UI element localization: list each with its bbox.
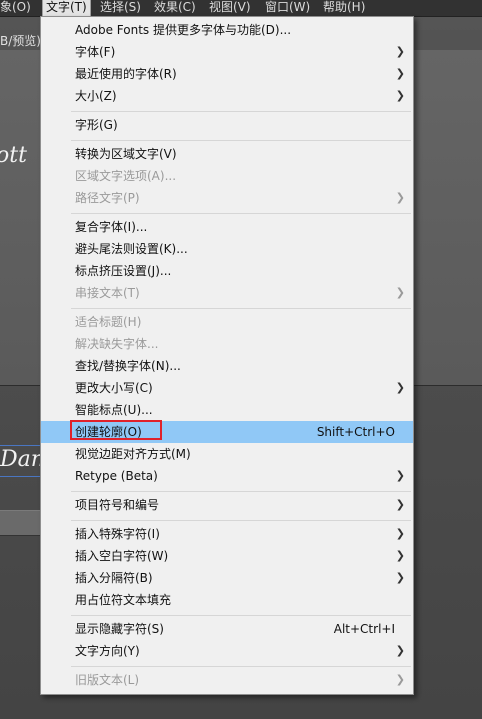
menu-item-fill-placeholder[interactable]: 用占位符文本填充 [41, 589, 413, 611]
menu-separator [71, 213, 411, 214]
menu-separator [71, 491, 411, 492]
chevron-right-icon: ❯ [395, 89, 405, 102]
menu-type[interactable]: 文字(T) [42, 0, 91, 17]
menu-item-show-hidden-characters[interactable]: 显示隐藏字符(S) Alt+Ctrl+I [41, 618, 413, 640]
shortcut-label: Alt+Ctrl+I [333, 622, 395, 636]
menu-bar: 象(O) 文字(T) 选择(S) 效果(C) 视图(V) 窗口(W) 帮助(H) [0, 0, 482, 17]
menu-item-change-case[interactable]: 更改大小写(C) ❯ [41, 377, 413, 399]
chevron-right-icon: ❯ [395, 67, 405, 80]
menu-separator [71, 308, 411, 309]
menu-item-find-replace-font[interactable]: 查找/替换字体(N)... [41, 355, 413, 377]
menu-item-type-orientation[interactable]: 文字方向(Y) ❯ [41, 640, 413, 662]
chevron-right-icon: ❯ [395, 381, 405, 394]
menu-item-resolve-missing-fonts[interactable]: 解决缺失字体... [41, 333, 413, 355]
type-dropdown-menu: Adobe Fonts 提供更多字体与功能(D)... 字体(F) ❯ 最近使用的… [40, 16, 414, 695]
menu-view[interactable]: 视图(V) [209, 0, 251, 16]
menu-item-glyphs[interactable]: 字形(G) [41, 114, 413, 136]
chevron-right-icon: ❯ [395, 673, 405, 686]
menu-separator [71, 111, 411, 112]
menu-item-insert-whitespace[interactable]: 插入空白字符(W) ❯ [41, 545, 413, 567]
menu-item-type-on-path[interactable]: 路径文字(P) ❯ [41, 187, 413, 209]
menu-item-font[interactable]: 字体(F) ❯ [41, 41, 413, 63]
menu-item-bullets-numbering[interactable]: 项目符号和编号 ❯ [41, 494, 413, 516]
highlight-annotation-box [70, 420, 162, 440]
chevron-right-icon: ❯ [395, 45, 405, 58]
document-tab-title[interactable]: B/预览) [0, 32, 41, 49]
menu-item-mojikumi-settings[interactable]: 标点挤压设置(J)... [41, 260, 413, 282]
chevron-right-icon: ❯ [395, 191, 405, 204]
menu-window[interactable]: 窗口(W) [265, 0, 310, 16]
menu-item-recent-fonts[interactable]: 最近使用的字体(R) ❯ [41, 63, 413, 85]
menu-select[interactable]: 选择(S) [100, 0, 141, 16]
menu-item-optical-margin-alignment[interactable]: 视觉边距对齐方式(M) [41, 443, 413, 465]
panel-strip [0, 510, 40, 536]
menu-item-convert-area-type[interactable]: 转换为区域文字(V) [41, 143, 413, 165]
menu-effect[interactable]: 效果(C) [154, 0, 196, 16]
menu-separator [71, 140, 411, 141]
chevron-right-icon: ❯ [395, 286, 405, 299]
menu-item-size[interactable]: 大小(Z) ❯ [41, 85, 413, 107]
chevron-right-icon: ❯ [395, 527, 405, 540]
menu-item-adobe-fonts[interactable]: Adobe Fonts 提供更多字体与功能(D)... [41, 19, 413, 41]
menu-item-legacy-text[interactable]: 旧版文本(L) ❯ [41, 669, 413, 691]
menu-item-threaded-text[interactable]: 串接文本(T) ❯ [41, 282, 413, 304]
chevron-right-icon: ❯ [395, 571, 405, 584]
menu-separator [71, 615, 411, 616]
chevron-right-icon: ❯ [395, 498, 405, 511]
menu-object[interactable]: 象(O) [0, 0, 31, 16]
chevron-right-icon: ❯ [395, 644, 405, 657]
menu-separator [71, 520, 411, 521]
selected-script-text[interactable]: Dan [0, 447, 45, 472]
menu-item-area-type-options[interactable]: 区域文字选项(A)... [41, 165, 413, 187]
shortcut-label: Shift+Ctrl+O [316, 425, 395, 439]
menu-item-retype[interactable]: Retype (Beta) ❯ [41, 465, 413, 487]
menu-item-kinsoku-settings[interactable]: 避头尾法则设置(K)... [41, 238, 413, 260]
menu-item-smart-punctuation[interactable]: 智能标点(U)... [41, 399, 413, 421]
menu-item-fit-headline[interactable]: 适合标题(H) [41, 311, 413, 333]
menu-item-composite-fonts[interactable]: 复合字体(I)... [41, 216, 413, 238]
chevron-right-icon: ❯ [395, 549, 405, 562]
menu-item-insert-break[interactable]: 插入分隔符(B) ❯ [41, 567, 413, 589]
menu-help[interactable]: 帮助(H) [323, 0, 365, 16]
menu-item-insert-special-character[interactable]: 插入特殊字符(I) ❯ [41, 523, 413, 545]
chevron-right-icon: ❯ [395, 469, 405, 482]
menu-separator [71, 666, 411, 667]
artboard-script-text[interactable]: ott [0, 143, 27, 168]
